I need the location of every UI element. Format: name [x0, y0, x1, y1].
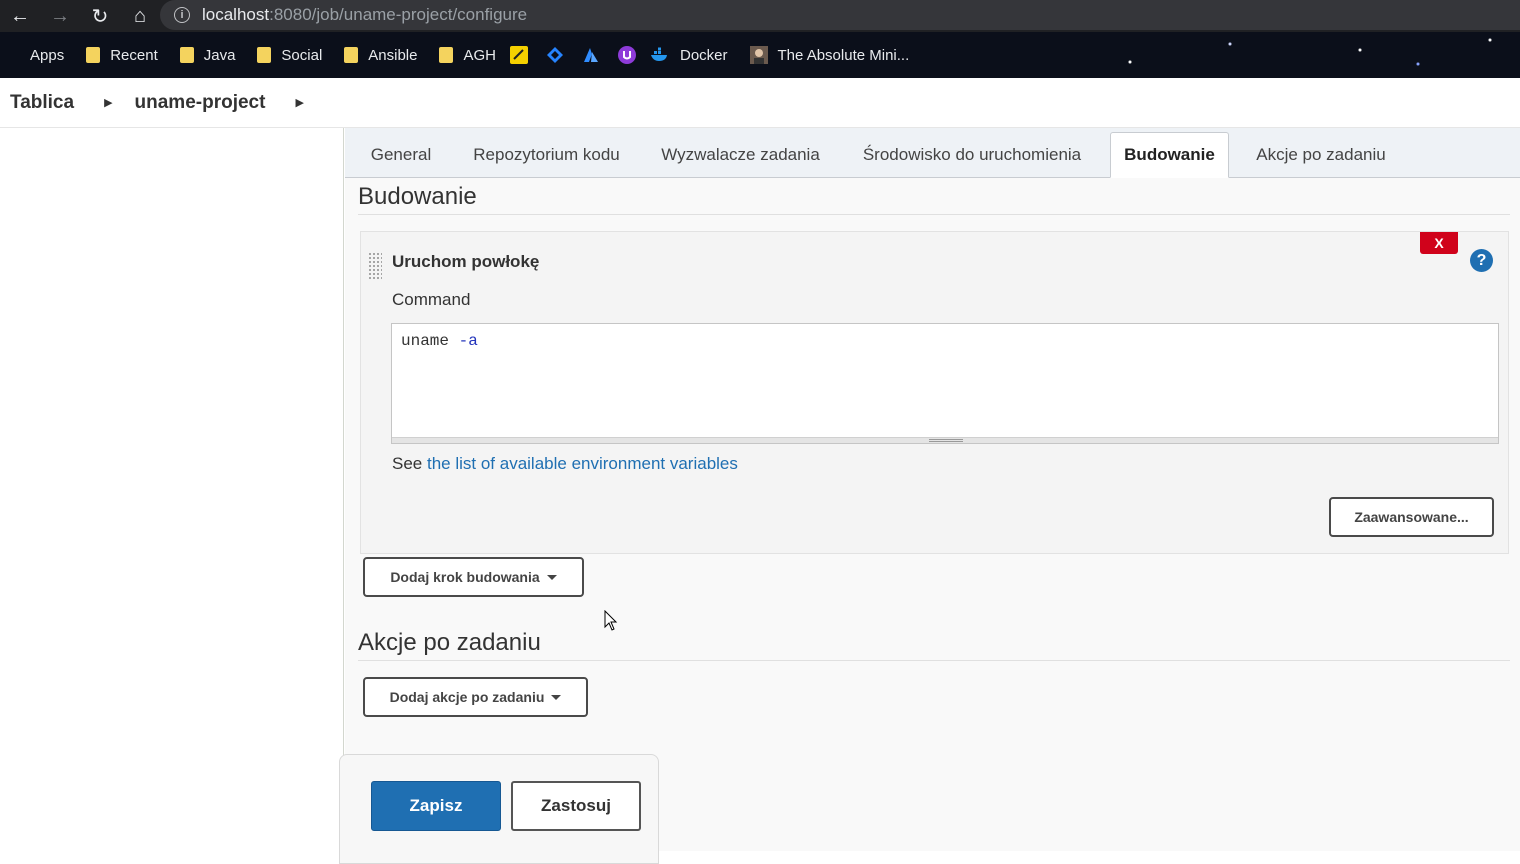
caret-down-icon: [551, 694, 562, 700]
jira-icon: [547, 47, 563, 63]
breadcrumb-dashboard[interactable]: Tablica: [10, 92, 74, 114]
advanced-button[interactable]: Zaawansowane...: [1329, 497, 1494, 537]
folder-icon: [344, 47, 359, 63]
folder-icon: [86, 47, 101, 63]
bookmark-label: Java: [203, 46, 236, 64]
browser-toolbar: ← → ↻ ⌂ i localhost:8080/job/uname-proje…: [0, 0, 1520, 32]
bookmark-label: Recent: [110, 46, 158, 64]
tab-build[interactable]: Budowanie: [1110, 132, 1229, 178]
chevron-right-icon[interactable]: ▶: [295, 96, 303, 109]
env-vars-link[interactable]: the list of available environment variab…: [427, 454, 738, 473]
address-bar[interactable]: i localhost:8080/job/uname-project/confi…: [160, 0, 1520, 30]
bookmark-apps[interactable]: Apps: [4, 47, 64, 64]
bookmark-label: Social: [281, 46, 323, 64]
folder-icon: [179, 47, 194, 63]
bookmark-jira[interactable]: [546, 46, 564, 64]
section-divider: [358, 214, 1510, 215]
command-text: uname: [401, 332, 450, 350]
drag-handle-icon[interactable]: [368, 252, 382, 280]
save-button[interactable]: Zapisz: [371, 781, 501, 831]
azure-icon: [584, 48, 598, 62]
apply-button[interactable]: Zastosuj: [511, 781, 641, 831]
command-flag: -a: [458, 332, 478, 350]
left-panel: [0, 128, 344, 851]
breadcrumb: Tablica ▶ uname-project ▶: [0, 78, 1520, 128]
bookmark-yellow-app[interactable]: [510, 46, 528, 64]
tab-environment[interactable]: Środowisko do uruchomienia: [846, 132, 1098, 178]
delete-step-button[interactable]: X: [1420, 232, 1458, 254]
bookmark-label: Apps: [30, 46, 65, 64]
folder-icon: [439, 47, 454, 63]
folder-icon: [257, 47, 272, 63]
yellow-app-icon: [510, 46, 528, 64]
forward-icon[interactable]: →: [40, 0, 80, 32]
breadcrumb-project[interactable]: uname-project: [135, 92, 266, 114]
config-main: General Repozytorium kodu Wyzwalacze zad…: [339, 128, 1520, 864]
chevron-right-icon[interactable]: ▶: [104, 96, 112, 109]
bookmark-absolute-mini[interactable]: The Absolute Mini...: [749, 46, 910, 64]
url-host: localhost: [202, 5, 270, 24]
bookmark-docker[interactable]: Docker: [650, 47, 728, 64]
step-title: Uruchom powłokę: [392, 252, 540, 271]
shell-build-step: Uruchom powłokę X ? Command uname -a See…: [360, 231, 1509, 554]
command-label: Command: [392, 290, 471, 309]
help-icon[interactable]: ?: [1470, 249, 1493, 272]
bookmark-purple-app[interactable]: [618, 46, 636, 64]
env-prefix: See: [392, 454, 423, 473]
tab-repository[interactable]: Repozytorium kodu: [459, 132, 634, 178]
add-build-step-label: Dodaj krok budowania: [390, 569, 540, 585]
build-section-title: Budowanie: [358, 183, 477, 210]
form-actions-bar: Zapisz Zastosuj: [339, 754, 659, 864]
env-vars-help: See the list of available environment va…: [392, 454, 738, 474]
site-info-icon[interactable]: i: [174, 7, 190, 23]
avatar-icon: [749, 46, 768, 64]
bookmark-agh[interactable]: AGH: [439, 47, 496, 64]
purple-app-icon: [618, 46, 636, 64]
url-path: :8080/job/uname-project/configure: [269, 5, 528, 24]
bookmark-azure[interactable]: [582, 46, 600, 64]
command-textarea[interactable]: uname -a: [391, 323, 1499, 444]
bookmark-recent[interactable]: Recent: [86, 47, 158, 64]
home-icon[interactable]: ⌂: [120, 0, 160, 32]
bookmark-label: AGH: [463, 46, 496, 64]
bookmark-java[interactable]: Java: [179, 46, 236, 64]
bookmark-label: Ansible: [368, 46, 418, 64]
docker-icon: [651, 47, 667, 61]
add-post-build-action-button[interactable]: Dodaj akcje po zadaniu: [363, 677, 588, 717]
bookmark-label: The Absolute Mini...: [777, 46, 910, 64]
add-post-build-label: Dodaj akcje po zadaniu: [389, 689, 545, 705]
reload-icon[interactable]: ↻: [80, 0, 120, 32]
grip-icon[interactable]: [929, 439, 963, 442]
caret-down-icon: [546, 574, 557, 580]
bookmark-label: Docker: [680, 46, 728, 64]
tab-post-build[interactable]: Akcje po zadaniu: [1243, 132, 1399, 178]
apps-grid-icon: [4, 47, 20, 63]
section-divider: [358, 660, 1510, 661]
bookmarks-bar: Apps Recent Java Social Ansible AGH Dock…: [0, 32, 1520, 78]
tab-general[interactable]: General: [359, 132, 443, 178]
bookmark-social[interactable]: Social: [257, 47, 322, 64]
tab-triggers[interactable]: Wyzwalacze zadania: [649, 132, 832, 178]
add-build-step-button[interactable]: Dodaj krok budowania: [363, 557, 584, 597]
post-build-section-title: Akcje po zadaniu: [358, 629, 541, 656]
config-tabs: General Repozytorium kodu Wyzwalacze zad…: [345, 128, 1520, 178]
mouse-cursor-icon: [604, 610, 618, 631]
back-icon[interactable]: ←: [0, 0, 40, 32]
textarea-resize-handle[interactable]: [392, 437, 1498, 443]
bookmark-ansible[interactable]: Ansible: [344, 47, 417, 64]
